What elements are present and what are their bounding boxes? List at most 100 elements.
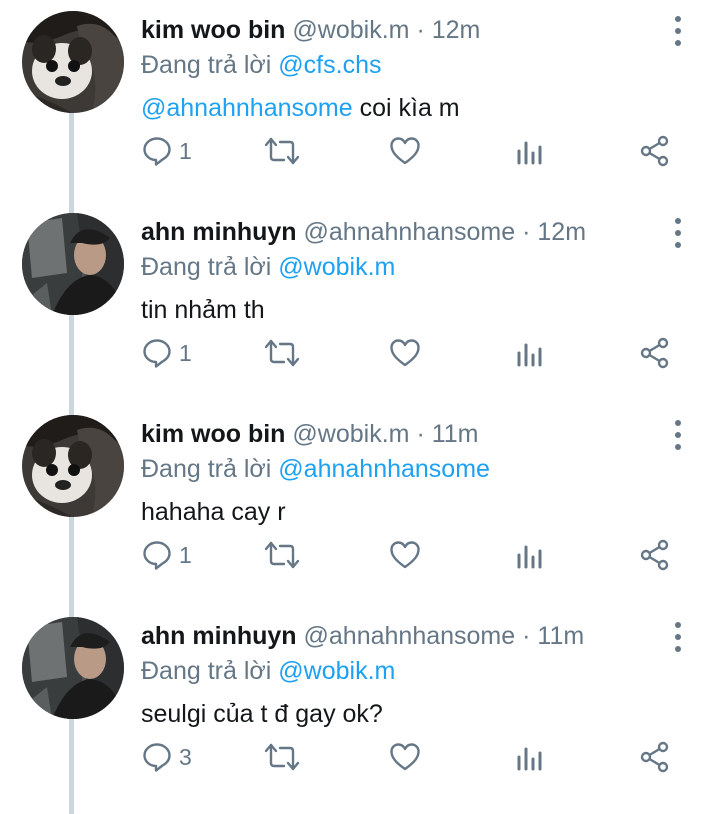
like-button[interactable] [389, 535, 421, 575]
tweet[interactable]: kim woo bin @wobik.m · 12m Đang trả lời … [0, 0, 720, 202]
analytics-icon [517, 545, 542, 569]
replying-to-link[interactable]: @wobik.m [278, 253, 395, 281]
replying-to: Đang trả lời @wobik.m [141, 251, 395, 283]
dog-avatar-icon [22, 415, 124, 517]
share-button[interactable] [639, 333, 671, 373]
reply-count: 1 [179, 541, 192, 568]
person-avatar-icon [22, 617, 124, 719]
retweet-button[interactable] [263, 737, 301, 777]
tweet-actions: 1 [0, 131, 720, 171]
handle[interactable]: @wobik.m [292, 16, 409, 44]
tweet[interactable]: ahn minhuyn @ahnahnhansome · 11m Đang tr… [0, 606, 720, 808]
share-button[interactable] [639, 535, 671, 575]
tweet-header: ahn minhuyn @ahnahnhansome · 11m [141, 620, 584, 652]
timestamp[interactable]: 12m [432, 16, 481, 44]
reply-button[interactable]: 1 [141, 535, 192, 575]
avatar[interactable] [22, 213, 124, 315]
analytics-icon [517, 141, 542, 165]
separator: · [416, 420, 425, 448]
heart-icon [390, 137, 420, 165]
tweet-text: hahaha cay r [141, 496, 286, 528]
dog-avatar-icon [22, 11, 124, 113]
avatar[interactable] [22, 617, 124, 719]
tweet-actions: 1 [0, 333, 720, 373]
more-options-icon[interactable] [664, 418, 692, 452]
tweet-actions: 3 [0, 737, 720, 777]
reply-count: 3 [179, 743, 192, 770]
like-button[interactable] [389, 737, 421, 777]
tweet-header: kim woo bin @wobik.m · 11m [141, 418, 479, 450]
reply-icon [143, 541, 171, 570]
share-icon [640, 539, 669, 571]
heart-icon [390, 339, 420, 367]
replying-to-link[interactable]: @wobik.m [278, 657, 395, 685]
tweet-text-content: tin nhảm th [141, 296, 265, 324]
retweet-button[interactable] [263, 535, 301, 575]
tweet-header: kim woo bin @wobik.m · 12m [141, 14, 480, 46]
reply-button[interactable]: 1 [141, 131, 192, 171]
heart-icon [390, 743, 420, 771]
display-name[interactable]: ahn minhuyn [141, 622, 297, 650]
replying-to: Đang trả lời @ahnahnhansome [141, 453, 490, 485]
display-name[interactable]: kim woo bin [141, 16, 285, 44]
person-avatar-icon [22, 213, 124, 315]
tweet[interactable]: kim woo bin @wobik.m · 11m Đang trả lời … [0, 404, 720, 606]
tweet-actions: 1 [0, 535, 720, 575]
reply-button[interactable]: 1 [141, 333, 192, 373]
tweet-text: tin nhảm th [141, 294, 265, 326]
reply-icon [143, 743, 171, 772]
tweet-text-content: seulgi của t đ gay ok? [141, 700, 383, 728]
share-icon [640, 741, 669, 773]
timestamp[interactable]: 11m [537, 622, 584, 650]
analytics-button[interactable] [515, 535, 545, 575]
timestamp[interactable]: 11m [432, 420, 479, 448]
like-button[interactable] [389, 333, 421, 373]
heart-icon [390, 541, 420, 569]
analytics-icon [517, 343, 542, 367]
share-button[interactable] [639, 737, 671, 777]
replying-to-link[interactable]: @ahnahnhansome [278, 455, 490, 483]
avatar[interactable] [22, 11, 124, 113]
more-options-icon[interactable] [664, 620, 692, 654]
separator: · [416, 16, 425, 44]
tweet-header: ahn minhuyn @ahnahnhansome · 12m [141, 216, 586, 248]
tweet-text: @ahnahnhansome coi kìa m [141, 92, 460, 124]
retweet-icon [264, 137, 300, 165]
separator: · [522, 218, 531, 246]
replying-label: Đang trả lời [141, 253, 272, 281]
retweet-button[interactable] [263, 131, 301, 171]
mention-link[interactable]: @ahnahnhansome [141, 94, 353, 122]
share-icon [640, 337, 669, 369]
tweet-text: seulgi của t đ gay ok? [141, 698, 383, 730]
analytics-button[interactable] [515, 737, 545, 777]
reply-count: 1 [179, 339, 192, 366]
display-name[interactable]: kim woo bin [141, 420, 285, 448]
retweet-icon [264, 743, 300, 771]
analytics-button[interactable] [515, 131, 545, 171]
avatar[interactable] [22, 415, 124, 517]
analytics-button[interactable] [515, 333, 545, 373]
more-options-icon[interactable] [664, 216, 692, 250]
reply-icon [143, 339, 171, 368]
tweet-text-content: hahaha cay r [141, 498, 286, 526]
handle[interactable]: @ahnahnhansome [304, 218, 516, 246]
retweet-button[interactable] [263, 333, 301, 373]
separator: · [522, 622, 531, 650]
replying-to-link[interactable]: @cfs.chs [278, 51, 381, 79]
tweet[interactable]: ahn minhuyn @ahnahnhansome · 12m Đang tr… [0, 202, 720, 404]
replying-label: Đang trả lời [141, 51, 272, 79]
handle[interactable]: @wobik.m [292, 420, 409, 448]
like-button[interactable] [389, 131, 421, 171]
replying-label: Đang trả lời [141, 657, 272, 685]
more-options-icon[interactable] [664, 14, 692, 48]
display-name[interactable]: ahn minhuyn [141, 218, 297, 246]
handle[interactable]: @ahnahnhansome [304, 622, 516, 650]
share-button[interactable] [639, 131, 671, 171]
timestamp[interactable]: 12m [537, 218, 586, 246]
reply-count: 1 [179, 137, 192, 164]
reply-button[interactable]: 3 [141, 737, 192, 777]
retweet-icon [264, 541, 300, 569]
replying-label: Đang trả lời [141, 455, 272, 483]
retweet-icon [264, 339, 300, 367]
share-icon [640, 135, 669, 167]
